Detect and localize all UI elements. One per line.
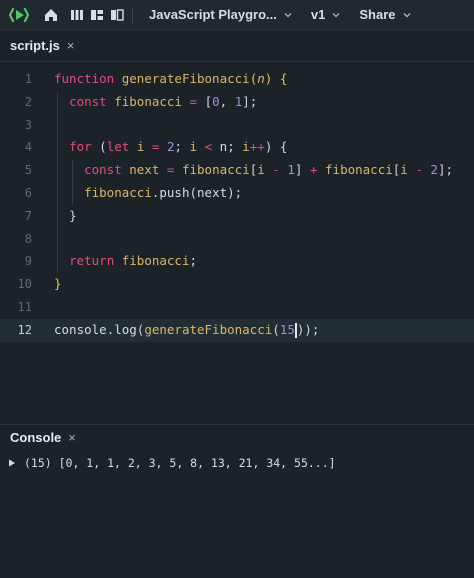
code-line[interactable]: 2 const fibonacci = [0, 1];: [0, 91, 474, 114]
version-dropdown[interactable]: v1: [311, 7, 341, 22]
tab-close-icon[interactable]: ×: [67, 38, 75, 53]
line-number: 3: [24, 117, 32, 132]
tab-filename: script.js: [10, 38, 60, 53]
chevron-down-icon: [331, 10, 341, 20]
share-label: Share: [359, 7, 396, 22]
top-toolbar: JavaScript Playgro... v1 Share: [0, 0, 474, 30]
expand-triangle-icon[interactable]: [8, 458, 18, 468]
code-line[interactable]: 8: [0, 228, 474, 251]
home-icon[interactable]: [42, 6, 60, 24]
toolbar-divider: [132, 6, 133, 23]
console-output-text: (15) [0, 1, 1, 2, 3, 5, 8, 13, 21, 34, 5…: [24, 456, 336, 470]
line-number: 6: [24, 185, 32, 200]
chevron-down-icon: [283, 10, 293, 20]
layout-split-icon[interactable]: [110, 8, 124, 22]
code-line-active[interactable]: 12 console.log(generateFibonacci(15));: [0, 318, 474, 342]
code-line[interactable]: 6 fibonacci.push(next);: [0, 182, 474, 205]
line-number: 8: [24, 231, 32, 246]
version-label: v1: [310, 7, 326, 22]
console-header: Console ×: [0, 424, 474, 450]
code-line[interactable]: 11: [0, 296, 474, 319]
code-line[interactable]: 10}: [0, 273, 474, 296]
line-number: 10: [17, 277, 32, 292]
code-line[interactable]: 5 const next = fibonacci[i - 1] + fibona…: [0, 159, 474, 182]
line-number: 5: [24, 163, 32, 178]
layout-rows-icon[interactable]: [90, 8, 104, 22]
project-name: JavaScript Playgro...: [149, 7, 277, 22]
console-close-icon[interactable]: ×: [68, 430, 76, 445]
chevron-down-icon: [402, 10, 412, 20]
code-line[interactable]: 1 function generateFibonacci(n) {: [0, 68, 474, 91]
code-line[interactable]: 9 return fibonacci;: [0, 250, 474, 273]
code-line[interactable]: 4 for (let i = 2; i < n; i++) {: [0, 136, 474, 159]
project-dropdown[interactable]: JavaScript Playgro...: [149, 7, 293, 22]
tab-script-js[interactable]: script.js ×: [10, 38, 74, 53]
code-line[interactable]: 7 }: [0, 205, 474, 228]
code-editor[interactable]: 1 function generateFibonacci(n) { 2 const…: [0, 68, 474, 358]
console-title: Console: [10, 430, 62, 445]
line-number: 4: [24, 140, 32, 155]
line-number: 7: [24, 208, 32, 223]
playground-logo-icon[interactable]: [8, 4, 30, 26]
line-number: 2: [24, 94, 32, 109]
line-number: 9: [24, 254, 32, 269]
layout-columns-icon[interactable]: [70, 8, 84, 22]
line-number: 12: [17, 322, 32, 337]
console-output-row[interactable]: (15) [0, 1, 1, 2, 3, 5, 8, 13, 21, 34, 5…: [8, 456, 336, 470]
share-dropdown[interactable]: Share: [359, 7, 411, 22]
code-line[interactable]: 3: [0, 114, 474, 137]
line-number: 1: [24, 72, 32, 86]
line-number: 11: [17, 299, 32, 314]
file-tab-bar: script.js ×: [0, 30, 474, 62]
